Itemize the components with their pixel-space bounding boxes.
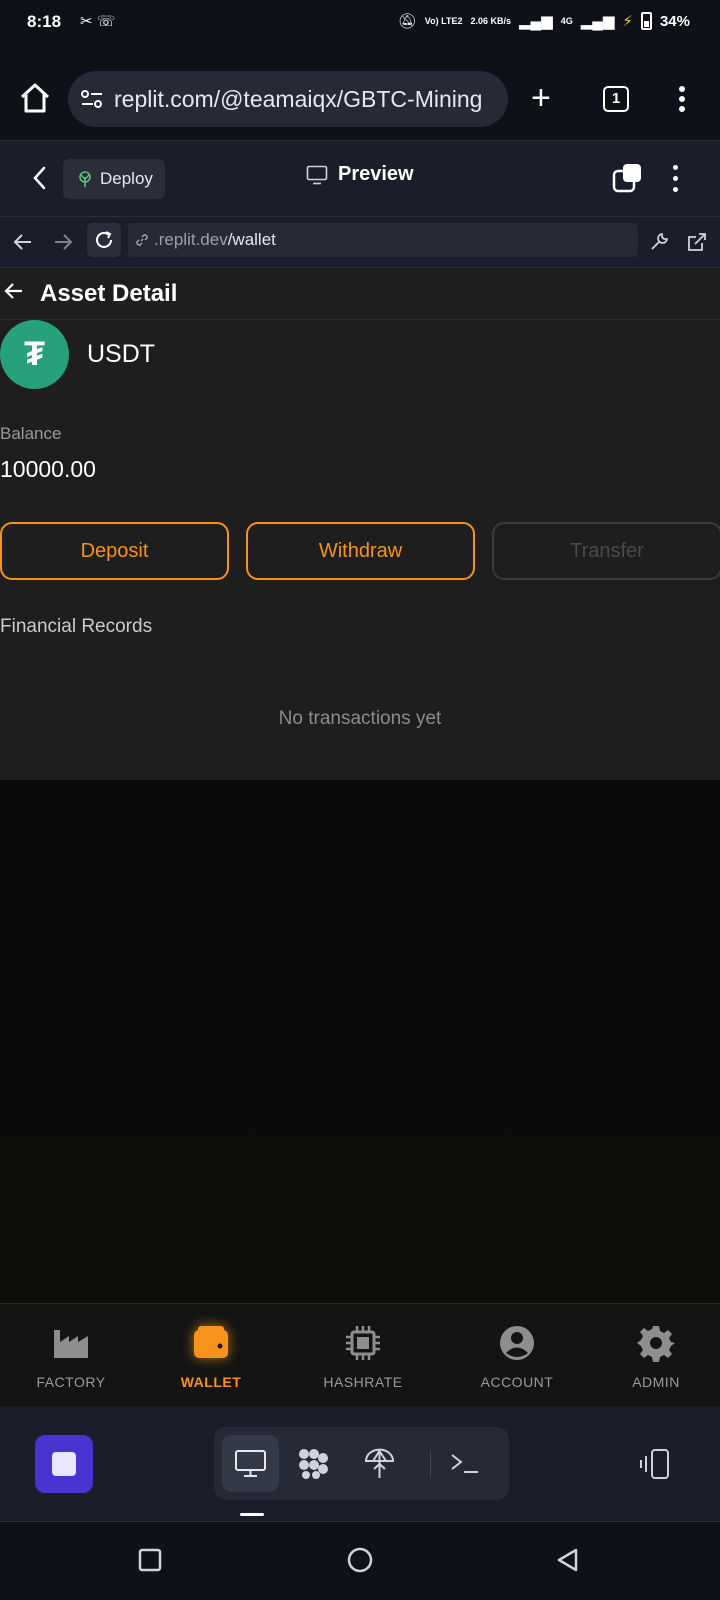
battery-icon: [640, 12, 652, 30]
new-tab-button[interactable]: +: [531, 81, 551, 115]
nav-label-hashrate: HASHRATE: [323, 1374, 403, 1390]
account-icon: [500, 1326, 534, 1360]
link-icon: [136, 234, 148, 246]
devtools-icon[interactable]: [648, 231, 670, 253]
back-arrow-icon[interactable]: [4, 281, 24, 301]
webview-url-field[interactable]: .replit.dev/wallet: [128, 223, 638, 257]
shell-tool-button[interactable]: [436, 1435, 493, 1492]
deploy-label: Deploy: [100, 169, 153, 188]
preview-label: Preview: [338, 163, 414, 185]
webview-path: /wallet: [227, 230, 276, 249]
agent-tool-button[interactable]: [285, 1435, 342, 1492]
volte-label: Vo) LTE2: [424, 15, 463, 26]
open-external-icon[interactable]: [686, 231, 708, 253]
status-time: 8:18: [27, 12, 62, 31]
chip-icon: [346, 1326, 380, 1360]
factory-icon: [54, 1330, 88, 1358]
asset-detail-header: Asset Detail: [0, 268, 720, 320]
charging-icon: ⚡: [622, 13, 633, 30]
page-background: [0, 780, 720, 1304]
replit-menu-icon[interactable]: [673, 165, 681, 198]
tab-switcher-button[interactable]: 1: [603, 86, 629, 112]
terminal-icon: [451, 1454, 478, 1473]
active-tool-indicator: [240, 1513, 264, 1516]
nav-label-wallet: WALLET: [180, 1374, 242, 1390]
battery-percent: 34%: [659, 12, 690, 30]
preview-tool-button[interactable]: [222, 1435, 279, 1492]
deploy-icon: [364, 1448, 395, 1478]
call-icons: ✂ ☏: [80, 13, 116, 30]
withdraw-button[interactable]: Withdraw: [246, 522, 475, 580]
page-title: Asset Detail: [40, 280, 178, 307]
webview-back-icon[interactable]: [12, 231, 34, 253]
browser-toolbar: replit.com/@teamaiqx/GBTC-Mining + 1: [0, 46, 720, 140]
preview-tab[interactable]: Preview: [306, 163, 414, 186]
asset-detail-page: Asset Detail ₮ USDT Balance 10000.00 Dep…: [0, 268, 720, 780]
site-settings-icon[interactable]: [80, 89, 104, 109]
wallet-icon: [194, 1326, 228, 1358]
nav-label-admin: ADMIN: [632, 1374, 680, 1390]
balance-label: Balance: [0, 424, 62, 443]
signal-icon: ▂▄▆: [519, 13, 553, 30]
url-text: replit.com/@teamaiqx/GBTC-Mining: [114, 85, 483, 112]
system-nav-bar: [0, 1521, 720, 1600]
replit-header: Deploy Preview: [0, 140, 720, 216]
nav-item-factory[interactable]: FACTORY: [11, 1324, 131, 1390]
reload-icon: [96, 231, 112, 248]
tool-divider: [430, 1451, 431, 1477]
browser-menu-icon[interactable]: [679, 86, 687, 116]
reload-button[interactable]: [87, 223, 121, 257]
speed-label: 2.06 KB/s: [470, 15, 511, 26]
stop-button[interactable]: [35, 1435, 93, 1493]
mute-icon: 🔕︎: [397, 13, 417, 30]
webview-forward-icon[interactable]: [52, 231, 74, 253]
monitor-icon: [235, 1450, 266, 1477]
nav-item-admin[interactable]: ADMIN: [596, 1324, 716, 1390]
recents-icon[interactable]: [136, 1546, 164, 1574]
nav-item-hashrate[interactable]: HASHRATE: [303, 1324, 423, 1390]
nav-item-account[interactable]: ACCOUNT: [457, 1324, 577, 1390]
deploy-icon: [79, 171, 91, 187]
nav-label-account: ACCOUNT: [480, 1374, 554, 1390]
home-nav-icon[interactable]: [346, 1546, 374, 1574]
balance-value: 10000.00: [0, 456, 96, 482]
address-bar[interactable]: replit.com/@teamaiqx/GBTC-Mining: [68, 71, 508, 127]
empty-transactions-message: No transactions yet: [278, 708, 442, 729]
agent-icon: [299, 1449, 328, 1479]
usdt-logo-icon: ₮: [0, 320, 69, 389]
home-icon[interactable]: [18, 82, 52, 114]
deploy-tool-button[interactable]: [351, 1435, 408, 1492]
nav-item-wallet[interactable]: WALLET: [151, 1324, 271, 1390]
monitor-icon: [306, 165, 328, 184]
financial-records-heading: Financial Records: [0, 616, 153, 637]
panels-icon[interactable]: [640, 1448, 674, 1480]
transfer-button[interactable]: Transfer: [492, 522, 720, 580]
webview-nav: .replit.dev/wallet: [0, 216, 720, 268]
network-label: 4G: [560, 15, 573, 26]
back-chevron-icon[interactable]: [30, 165, 50, 191]
tool-switcher: [214, 1427, 509, 1500]
window-switch-icon[interactable]: [612, 163, 642, 193]
signal-icon-2: ▂▄▆: [580, 13, 615, 30]
coin-name: USDT: [87, 340, 156, 368]
status-right: 🔕︎ Vo) LTE2 2.06 KB/s ▂▄▆ 4G ▂▄▆ ⚡ 34%: [398, 12, 690, 30]
deploy-button[interactable]: Deploy: [63, 159, 165, 199]
back-nav-icon[interactable]: [554, 1546, 582, 1574]
replit-toolbar: [0, 1406, 720, 1521]
status-bar: 8:18 ✂ ☏ 🔕︎ Vo) LTE2 2.06 KB/s ▂▄▆ 4G ▂▄…: [0, 0, 720, 46]
gear-icon: [637, 1326, 675, 1362]
nav-label-factory: FACTORY: [36, 1374, 106, 1390]
app-bottom-nav: FACTORY WALLET HASHRATE ACCOUNT ADMIN: [0, 1304, 720, 1406]
webview-host: .replit.dev: [154, 230, 228, 249]
deposit-button[interactable]: Deposit: [0, 522, 229, 580]
